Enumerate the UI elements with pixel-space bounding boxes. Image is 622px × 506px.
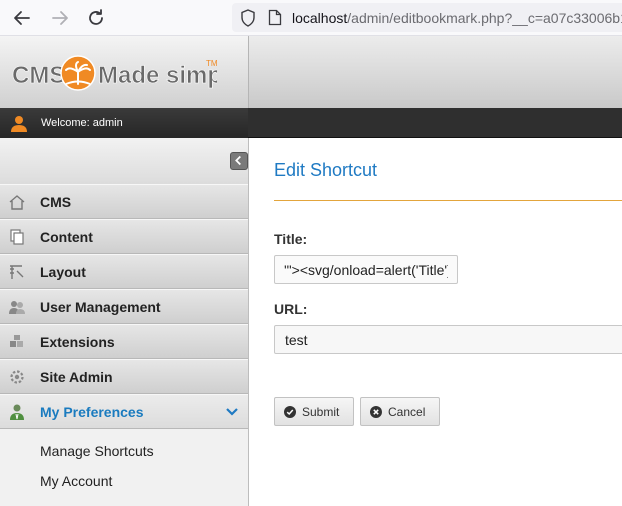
sidebar-item-label: CMS	[40, 194, 72, 210]
reload-icon[interactable]	[84, 6, 108, 30]
submenu-item-manage-shortcuts[interactable]: Manage Shortcuts	[40, 443, 154, 459]
home-icon	[9, 195, 25, 210]
sidebar-item-label: Site Admin	[40, 369, 113, 385]
back-arrow-icon[interactable]	[10, 6, 34, 30]
url-path: /admin/editbookmark.php?__c=a07c33006b1	[347, 10, 622, 26]
title-divider	[274, 200, 622, 201]
sidebar-item-extensions[interactable]: Extensions	[0, 324, 248, 359]
welcome-text: Welcome: admin	[41, 117, 123, 129]
welcome-bar: Welcome: admin	[0, 108, 622, 138]
header-right-panel	[248, 36, 622, 108]
svg-text:TM: TM	[206, 59, 217, 68]
sidebar-item-my-preferences[interactable]: My Preferences	[0, 394, 248, 429]
sidebar-item-label: My Preferences	[40, 404, 144, 420]
sidebar-item-label: Content	[40, 229, 93, 245]
sidebar: CMS Content Layout User Management Exten…	[0, 138, 249, 506]
forward-arrow-icon[interactable]	[48, 6, 72, 30]
sidebar-item-layout[interactable]: Layout	[0, 254, 248, 289]
page-icon	[268, 9, 282, 26]
gear-icon	[10, 370, 24, 384]
layout-icon	[10, 265, 24, 279]
url-input[interactable]	[274, 325, 622, 354]
submenu-my-preferences: Manage Shortcuts My Account	[0, 429, 248, 506]
cms-made-simple-logo[interactable]: CMS Made simple TM	[12, 54, 217, 92]
cancel-circle-icon	[370, 406, 382, 418]
title-label: Title:	[274, 231, 308, 247]
browser-toolbar: localhost/admin/editbookmark.php?__c=a07…	[0, 0, 622, 36]
cancel-button[interactable]: Cancel	[360, 397, 440, 426]
sidebar-item-label: User Management	[40, 299, 161, 315]
users-icon	[9, 301, 25, 314]
sidebar-collapse-area	[0, 138, 248, 184]
title-input[interactable]	[274, 255, 458, 284]
url-text[interactable]: localhost/admin/editbookmark.php?__c=a07…	[292, 10, 622, 26]
svg-text:Made simple: Made simple	[98, 62, 217, 89]
chevron-down-icon[interactable]	[225, 406, 239, 418]
puzzle-icon	[10, 335, 23, 347]
submit-button[interactable]: Submit	[274, 397, 354, 426]
sidebar-item-label: Extensions	[40, 334, 115, 350]
user-prefs-icon	[10, 404, 24, 420]
collapse-sidebar-button[interactable]	[230, 152, 248, 170]
sidebar-item-user-management[interactable]: User Management	[0, 289, 248, 324]
url-host: localhost	[292, 10, 348, 26]
url-label: URL:	[274, 301, 308, 317]
main-content: Edit Shortcut Title: URL: Submit Cancel	[250, 138, 622, 506]
cms-header: CMS Made simple TM	[0, 36, 622, 108]
svg-text:CMS: CMS	[12, 62, 65, 89]
submenu-item-my-account[interactable]: My Account	[40, 473, 112, 489]
sidebar-item-content[interactable]: Content	[0, 219, 248, 254]
check-circle-icon	[284, 406, 296, 418]
sidebar-item-site-admin[interactable]: Site Admin	[0, 359, 248, 394]
welcome-left-panel: Welcome: admin	[0, 108, 248, 138]
submit-button-label: Submit	[302, 405, 340, 419]
address-bar[interactable]: localhost/admin/editbookmark.php?__c=a07…	[232, 3, 622, 32]
user-icon	[11, 116, 27, 132]
shield-icon[interactable]	[240, 9, 256, 27]
sidebar-item-label: Layout	[40, 264, 86, 280]
page-title: Edit Shortcut	[274, 160, 378, 180]
chevron-left-icon	[235, 155, 241, 166]
copy-icon	[10, 229, 24, 245]
sidebar-item-cms[interactable]: CMS	[0, 184, 248, 219]
cancel-button-label: Cancel	[388, 405, 426, 419]
